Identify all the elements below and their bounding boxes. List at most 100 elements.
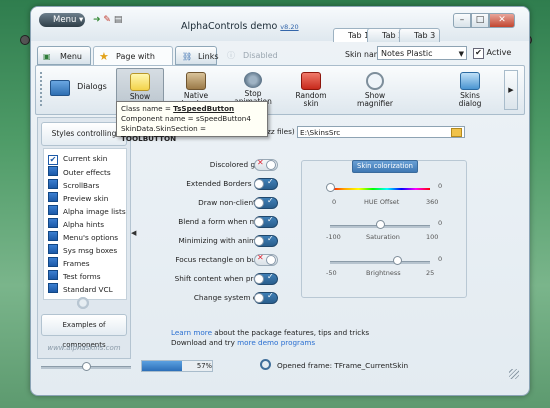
tab-links[interactable]: ⛓ Links [175,46,219,65]
check-icon: ✓ [267,215,274,224]
skins-dialog-button[interactable]: Skins dialog [446,68,494,110]
app-window: Menu ▾ ➜ ✎ ▤ AlphaControls demo v8.20 Ta… [30,6,530,396]
info-icon: ⓘ [227,51,235,60]
skin-colorization-group: Skin colorization 0 0 HUE Offset 360 0 -… [301,160,467,298]
square-icon [48,205,58,215]
option-toggle[interactable]: ✕ [254,253,278,266]
skin-name-select[interactable]: Notes Plastic ▼ [377,46,467,60]
hue-spectrum-bar [330,188,430,190]
sidebar-item-menus-options[interactable]: Menu's options [48,231,118,243]
pin-left [20,35,30,45]
examples-of-components-button[interactable]: Examples of components [41,314,127,349]
folder-icon[interactable] [451,128,462,137]
star-icon: ★ [99,50,109,63]
hint-tooltip: Class name = TsSpeedButton Component nam… [116,101,268,143]
toggle-knob [254,274,264,284]
toolbar: Dialogs ▾ Show hints Native borders Stop… [35,65,525,129]
sidebar-item-preview-skin[interactable]: Preview skin [48,192,108,204]
magnifier-icon [366,72,384,90]
option-toggle[interactable]: ✓ [254,291,278,304]
toolbar-grip [40,72,45,106]
tab-page-with-toolbar[interactable]: ★Page with toolbar [93,46,173,80]
close-button[interactable]: ✕ [489,13,515,28]
option-toggle[interactable]: ✓ [254,177,278,190]
saturation-max: 100 [426,233,439,241]
random-skin-button[interactable]: Random skin [284,68,338,110]
checkbox-icon: ✔ [473,48,484,59]
version-link[interactable]: v8.20 [280,23,298,31]
option-toggle[interactable]: ✓ [254,234,278,247]
check-icon: ✓ [267,234,274,243]
sidebar-item-frames[interactable]: Frames [48,257,90,269]
option-toggle[interactable]: ✓ [254,272,278,285]
check-icon: ✓ [267,177,274,186]
sidebar-item-current-skin[interactable]: ✔ Current skin [48,153,107,165]
sidebar-item-alpha-hints[interactable]: Alpha hints [48,218,104,230]
path-input[interactable]: E:\SkinsSrc [297,126,465,138]
square-icon [48,283,58,293]
progress-bar: 57% [141,360,213,372]
alphaskins-logo-icon [76,296,90,310]
toggle-knob [254,198,264,208]
brightness-track [330,261,430,264]
sidebar-item-standard-vcl[interactable]: Standard VCL [48,283,113,295]
saturation-slider-thumb[interactable] [376,220,385,229]
x-icon: ✕ [257,253,264,262]
check-icon: ✓ [267,272,274,281]
title-tab-3[interactable]: Tab 3 [399,28,441,42]
window-title: AlphaControls demo v8.20 [181,21,299,32]
hue-min: 0 [332,198,337,206]
quick-access-icons[interactable]: ➜ ✎ ▤ [93,15,122,25]
option-toggle[interactable]: ✓ [254,196,278,209]
progress-text: 57% [196,362,212,370]
tab-disabled: ⓘDisabled tabsheet [221,46,311,79]
sidebar-header: Styles controlling [41,122,127,146]
check-icon: ✓ [267,196,274,205]
toggle-knob [266,255,276,265]
active-checkbox[interactable]: ✔ Active [473,48,511,59]
website-label[interactable]: www.alphaskins.com [44,344,124,352]
sidebar-collapse-arrow[interactable]: ◀ [131,229,136,237]
saturation-min: -100 [326,233,341,241]
dialogs-button[interactable]: Dialogs ▾ [48,68,110,129]
sidebar: Styles controlling ✔ Current skin Outer e… [37,117,131,359]
checkbox-checked-icon: ✔ [48,155,58,165]
square-icon [48,179,58,189]
show-magnifier-button[interactable]: Show magnifier [344,68,406,110]
toolbar-scroll-button[interactable]: ▶ [504,70,518,110]
menu-button[interactable]: Menu ▾ [39,13,85,27]
minimize-button[interactable]: – [453,13,471,28]
sidebar-item-scrollbars[interactable]: ScrollBars [48,179,99,191]
sidebar-item-sys-msg-boxes[interactable]: Sys msg boxes [48,244,117,256]
square-icon [48,257,58,267]
toggle-knob [266,160,276,170]
hue-slider-thumb[interactable] [326,183,335,192]
sidebar-item-test-forms[interactable]: Test forms [48,270,101,282]
hue-label: HUE Offset [364,198,400,206]
x-icon: ✕ [257,158,264,167]
brightness-max: 25 [426,269,435,277]
maximize-button[interactable]: □ [471,13,489,28]
search-icon[interactable] [260,359,271,370]
demo-programs-link[interactable]: more demo programs [237,338,315,347]
path-label: zz files) [267,127,295,136]
sidebar-item-alpha-image-lists[interactable]: Alpha image lists [48,205,126,217]
tooltip-line-2: Component name = sSpeedButton4 [121,114,251,123]
menu-tab-icon: ▣ [43,52,51,61]
sidebar-item-outer-effects[interactable]: Outer effects [48,166,111,178]
option-toggle[interactable]: ✓ [254,215,278,228]
brightness-slider-thumb[interactable] [392,256,402,265]
saturation-label: Saturation [366,233,400,241]
hue-value: 0 [438,182,443,190]
tab-menu[interactable]: ▣Menu ▾ [37,46,91,80]
status-slider-thumb[interactable] [82,362,91,371]
skins-dialog-icon [460,72,480,90]
resize-grip-icon[interactable] [509,369,519,379]
window-icon [50,80,70,96]
square-icon [48,192,58,202]
square-icon [48,218,58,228]
learn-more-link[interactable]: Learn more [171,328,212,337]
option-toggle[interactable]: ✕ [254,158,278,171]
dice-icon [301,72,321,90]
toggle-knob [254,236,264,246]
